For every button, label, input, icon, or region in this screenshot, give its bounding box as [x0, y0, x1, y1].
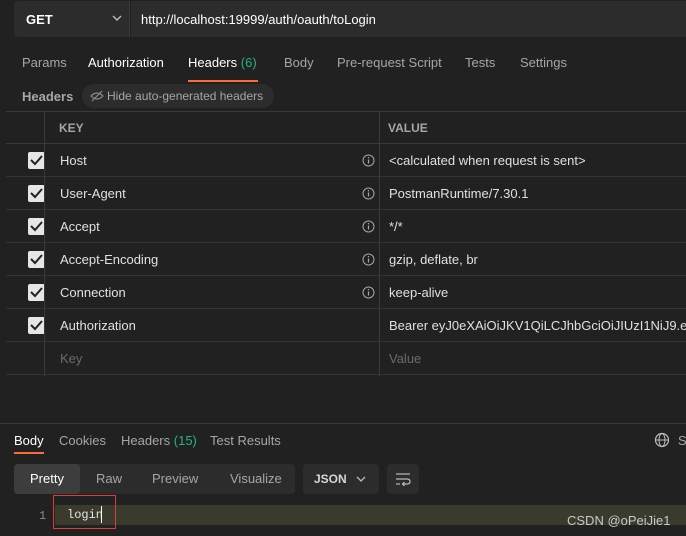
value-column-header: VALUE — [388, 121, 428, 135]
chevron-down-icon — [356, 476, 366, 482]
table-row: Accept-Encoding gzip, deflate, br — [6, 243, 686, 276]
row-checkbox[interactable] — [28, 284, 45, 301]
tab-authorization[interactable]: Authorization — [88, 55, 164, 70]
eye-off-icon — [90, 90, 104, 102]
header-key[interactable]: Authorization — [60, 318, 136, 333]
response-tab-test-results[interactable]: Test Results — [210, 433, 281, 448]
method-label: GET — [26, 12, 53, 27]
line-number: 1 — [39, 509, 47, 523]
check-icon — [30, 155, 43, 166]
header-value[interactable]: Bearer eyJ0eXAiOiJKV1QiLCJhbGciOiJIUzI1N… — [389, 318, 686, 333]
tab-pre-request-script[interactable]: Pre-request Script — [337, 55, 442, 70]
response-status-truncated: S — [678, 433, 686, 448]
view-mode-preview[interactable]: Preview — [152, 471, 198, 486]
column-divider — [44, 111, 45, 376]
header-value[interactable]: gzip, deflate, br — [389, 252, 478, 267]
info-icon[interactable] — [362, 253, 375, 266]
chevron-down-icon — [112, 15, 122, 21]
row-checkbox[interactable] — [28, 218, 45, 235]
new-key-input[interactable]: Key — [60, 351, 82, 366]
table-row: Authorization Bearer eyJ0eXAiOiJKV1QiLCJ… — [6, 309, 686, 342]
info-icon[interactable] — [362, 220, 375, 233]
method-select[interactable]: GET — [14, 1, 130, 37]
pane-divider[interactable] — [0, 423, 686, 424]
header-value[interactable]: <calculated when request is sent> — [389, 153, 586, 168]
header-key[interactable]: Host — [60, 153, 87, 168]
hide-auto-headers-button[interactable]: Hide auto-generated headers — [82, 84, 274, 108]
check-icon — [30, 320, 43, 331]
check-icon — [30, 221, 43, 232]
response-tab-headers-count: (15) — [173, 433, 197, 448]
annotation-highlight-box — [53, 495, 116, 529]
active-tab-indicator — [188, 80, 258, 82]
check-icon — [30, 188, 43, 199]
info-icon[interactable] — [362, 286, 375, 299]
header-key[interactable]: Accept — [60, 219, 100, 234]
view-mode-visualize[interactable]: Visualize — [230, 471, 282, 486]
tab-headers-count: (6) — [240, 55, 257, 70]
header-value[interactable]: PostmanRuntime/7.30.1 — [389, 186, 528, 201]
response-tab-cookies[interactable]: Cookies — [59, 433, 106, 448]
header-key[interactable]: Accept-Encoding — [60, 252, 158, 267]
wrap-lines-button[interactable] — [387, 464, 419, 494]
url-bar: GET http://localhost:19999/auth/oauth/to… — [0, 0, 686, 40]
table-row: Accept */* — [6, 210, 686, 243]
tab-body[interactable]: Body — [284, 55, 314, 70]
tab-headers[interactable]: Headers (6) — [188, 55, 257, 70]
view-mode-raw[interactable]: Raw — [96, 471, 122, 486]
info-icon[interactable] — [362, 187, 375, 200]
view-mode-pretty-label: Pretty — [30, 471, 64, 486]
table-row: User-Agent PostmanRuntime/7.30.1 — [6, 177, 686, 210]
headers-title: Headers — [22, 89, 74, 104]
tab-headers-label: Headers — [188, 55, 238, 70]
url-input[interactable]: http://localhost:19999/auth/oauth/toLogi… — [131, 1, 686, 37]
response-tab-body[interactable]: Body — [14, 433, 44, 448]
tab-params[interactable]: Params — [22, 55, 67, 70]
table-header: KEY VALUE — [6, 111, 686, 144]
header-key[interactable]: User-Agent — [60, 186, 126, 201]
url-text: http://localhost:19999/auth/oauth/toLogi… — [141, 12, 376, 27]
hide-auto-headers-label: Hide auto-generated headers — [107, 89, 264, 103]
table-row: Connection keep-alive — [6, 276, 686, 309]
table-row-new: Key Value — [6, 342, 686, 375]
globe-icon[interactable] — [654, 432, 670, 448]
watermark: CSDN @oPeiJie1 — [567, 513, 671, 528]
key-column-header: KEY — [59, 121, 84, 135]
active-response-tab-indicator — [14, 452, 44, 454]
check-icon — [30, 287, 43, 298]
format-select[interactable]: JSON — [303, 464, 379, 494]
info-icon[interactable] — [362, 154, 375, 167]
response-tab-headers[interactable]: Headers (15) — [121, 433, 197, 448]
column-divider[interactable] — [379, 111, 380, 376]
row-checkbox[interactable] — [28, 185, 45, 202]
row-checkbox[interactable] — [28, 317, 45, 334]
format-label: JSON — [314, 472, 347, 486]
header-key[interactable]: Connection — [60, 285, 126, 300]
row-checkbox[interactable] — [28, 251, 45, 268]
wrap-lines-icon — [396, 473, 411, 486]
response-tab-headers-label: Headers — [121, 433, 171, 448]
header-value[interactable]: keep-alive — [389, 285, 448, 300]
check-icon — [30, 254, 43, 265]
tab-tests[interactable]: Tests — [465, 55, 495, 70]
new-value-input[interactable]: Value — [389, 351, 421, 366]
table-row: Host <calculated when request is sent> — [6, 144, 686, 177]
row-checkbox[interactable] — [28, 152, 45, 169]
header-value[interactable]: */* — [389, 219, 403, 234]
tab-settings[interactable]: Settings — [520, 55, 567, 70]
